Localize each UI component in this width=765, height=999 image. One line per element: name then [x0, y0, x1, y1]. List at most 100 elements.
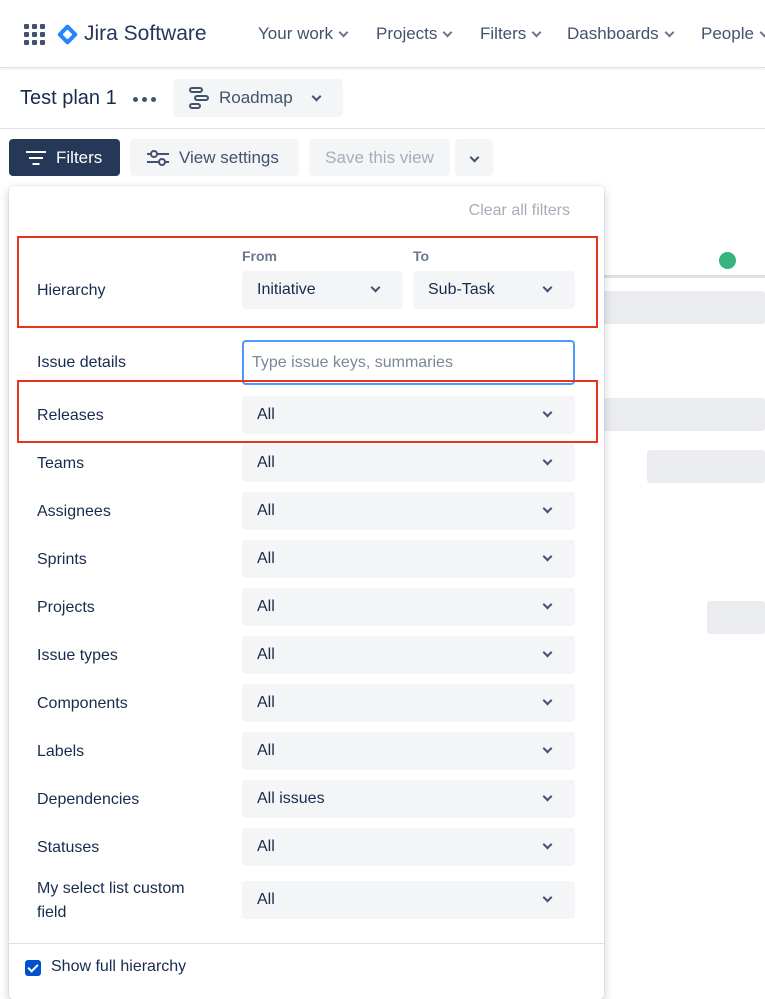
- timeline-bar: [707, 601, 765, 634]
- chevron-down-icon: [542, 282, 553, 293]
- hierarchy-label: Hierarchy: [37, 282, 106, 299]
- nav-your-work-label: Your work: [258, 24, 333, 43]
- chevron-down-icon: [370, 282, 381, 293]
- plan-header: Test plan 1 Roadmap: [0, 69, 765, 129]
- issue-types-value: All: [257, 646, 275, 663]
- sprints-value: All: [257, 550, 275, 567]
- nav-projects[interactable]: Projects: [376, 24, 453, 44]
- sprints-select[interactable]: All: [242, 540, 575, 578]
- hierarchy-from-label: From: [242, 248, 277, 264]
- chevron-down-icon: [542, 791, 553, 802]
- view-settings-button[interactable]: View settings: [130, 139, 299, 176]
- chevron-down-icon: [542, 407, 553, 418]
- custom-field-label: My select list custom field: [37, 880, 185, 921]
- components-label: Components: [37, 695, 128, 712]
- clear-all-filters-link[interactable]: Clear all filters: [469, 202, 570, 220]
- dependencies-label: Dependencies: [37, 791, 140, 808]
- statuses-label: Statuses: [37, 839, 100, 856]
- labels-value: All: [257, 742, 275, 759]
- releases-value: All: [257, 406, 275, 423]
- view-selector-button[interactable]: Roadmap: [173, 79, 343, 117]
- statuses-select[interactable]: All: [242, 828, 575, 866]
- chevron-down-icon: [759, 27, 765, 37]
- show-full-hierarchy-checkbox[interactable]: [25, 960, 41, 976]
- chevron-down-icon: [542, 839, 553, 850]
- chevron-down-icon: [542, 743, 553, 754]
- app-switcher-icon[interactable]: [24, 24, 45, 45]
- chevron-down-icon: [542, 599, 553, 610]
- hierarchy-to-label: To: [413, 248, 430, 264]
- projects-label: Projects: [37, 599, 95, 616]
- hierarchy-to-value: Sub-Task: [428, 281, 495, 298]
- assignees-value: All: [257, 502, 275, 519]
- jira-diamond-icon: [56, 23, 79, 45]
- teams-value: All: [257, 454, 275, 471]
- show-full-hierarchy-label[interactable]: Show full hierarchy: [51, 958, 186, 976]
- nav-people-label: People: [701, 24, 754, 43]
- timeline-bar: [647, 450, 765, 483]
- statuses-value: All: [257, 838, 275, 855]
- chevron-down-icon: [542, 647, 553, 658]
- chevron-down-icon: [542, 892, 553, 903]
- chevron-down-icon: [311, 91, 322, 101]
- nav-your-work[interactable]: Your work: [258, 24, 349, 44]
- filters-panel: Clear all filters From To Hierarchy Init…: [9, 186, 604, 999]
- nav-filters[interactable]: Filters: [480, 24, 542, 44]
- jira-logo[interactable]: Jira Software: [56, 22, 207, 46]
- nav-dashboards[interactable]: Dashboards: [567, 24, 675, 44]
- chevron-down-icon: [542, 455, 553, 466]
- chevron-down-icon: [542, 695, 553, 706]
- assignees-select[interactable]: All: [242, 492, 575, 530]
- status-dot: [719, 252, 736, 269]
- save-view-menu-button[interactable]: [455, 139, 493, 176]
- roadmap-icon: [189, 87, 209, 109]
- custom-field-value: All: [257, 891, 275, 908]
- nav-filters-label: Filters: [480, 24, 527, 43]
- issue-details-label: Issue details: [37, 354, 126, 371]
- timeline-bar: [600, 291, 765, 324]
- save-view-button[interactable]: Save this view: [309, 139, 450, 176]
- hierarchy-from-select[interactable]: Initiative: [242, 271, 403, 309]
- plan-title: Test plan 1: [20, 87, 117, 109]
- dependencies-value: All issues: [257, 790, 325, 807]
- chevron-down-icon: [469, 152, 479, 163]
- assignees-label: Assignees: [37, 503, 111, 520]
- view-selector-label: Roadmap: [219, 88, 293, 107]
- timeline-axis: [600, 275, 765, 278]
- sprints-label: Sprints: [37, 551, 87, 568]
- filters-button-label: Filters: [56, 147, 103, 167]
- components-select[interactable]: All: [242, 684, 575, 722]
- hierarchy-from-value: Initiative: [257, 281, 316, 298]
- labels-select[interactable]: All: [242, 732, 575, 770]
- chevron-down-icon: [542, 503, 553, 514]
- filter-icon: [26, 150, 46, 165]
- panel-footer: Show full hierarchy: [9, 943, 604, 999]
- filters-button[interactable]: Filters: [9, 139, 120, 176]
- nav-dashboards-label: Dashboards: [567, 24, 659, 43]
- components-value: All: [257, 694, 275, 711]
- more-actions-icon[interactable]: [133, 97, 156, 102]
- hierarchy-to-select[interactable]: Sub-Task: [413, 271, 575, 309]
- top-navigation: Jira Software Your work Projects Filters…: [0, 0, 765, 68]
- teams-label: Teams: [37, 455, 85, 472]
- chevron-down-icon: [664, 27, 675, 37]
- issue-types-select[interactable]: All: [242, 636, 575, 674]
- labels-label: Labels: [37, 743, 85, 760]
- chevron-down-icon: [338, 27, 349, 37]
- nav-projects-label: Projects: [376, 24, 438, 43]
- releases-select[interactable]: All: [242, 396, 575, 434]
- view-settings-label: View settings: [179, 147, 279, 167]
- issue-details-input[interactable]: [242, 340, 575, 385]
- sliders-icon: [147, 149, 169, 166]
- dependencies-select[interactable]: All issues: [242, 780, 575, 818]
- projects-value: All: [257, 598, 275, 615]
- app-name: Jira Software: [84, 22, 207, 45]
- releases-label: Releases: [37, 407, 104, 424]
- teams-select[interactable]: All: [242, 444, 575, 482]
- save-view-label: Save this view: [325, 147, 434, 167]
- chevron-down-icon: [531, 27, 542, 37]
- nav-people[interactable]: People: [701, 24, 765, 44]
- timeline-bar: [600, 398, 765, 431]
- custom-field-select[interactable]: All: [242, 881, 575, 919]
- projects-select[interactable]: All: [242, 588, 575, 626]
